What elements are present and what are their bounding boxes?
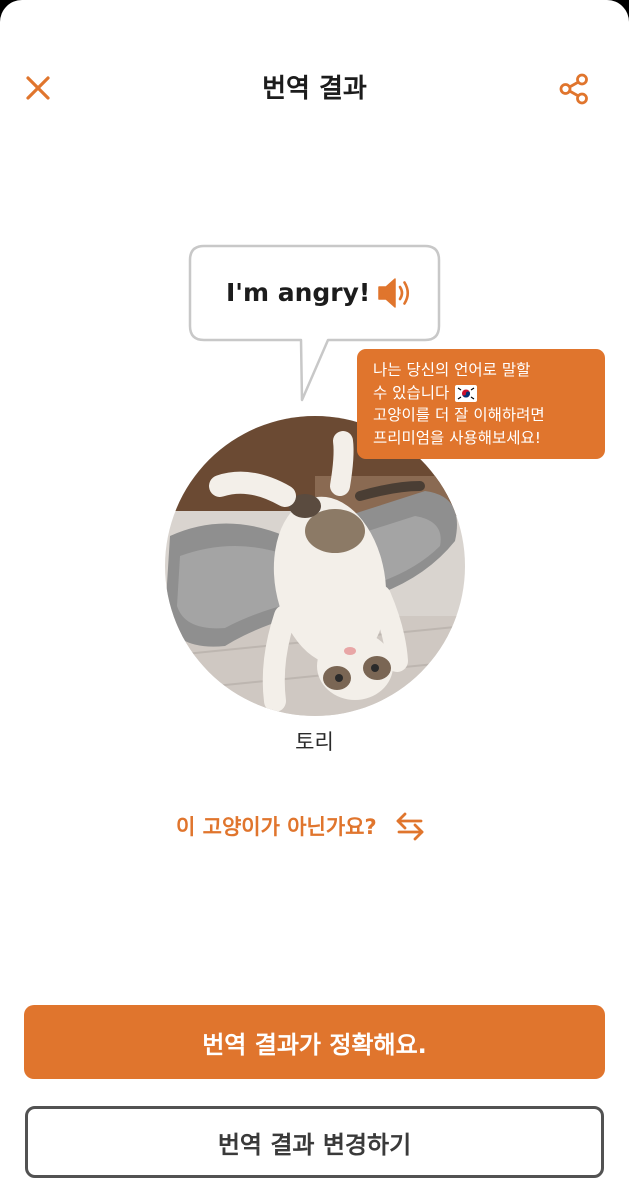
promo-line-2-row: 수 있습니다 — [373, 382, 591, 405]
promo-line-4: 프리미엄을 사용해보세요! — [373, 428, 542, 447]
not-this-cat-label: 이 고양이가 아닌가요? — [176, 815, 377, 839]
share-button[interactable] — [553, 68, 595, 110]
cat-name: 토리 — [295, 730, 334, 754]
speaker-volume-icon[interactable] — [376, 275, 414, 311]
change-translation-button[interactable]: 번역 결과 변경하기 — [25, 1106, 604, 1178]
not-this-cat-link[interactable]: 이 고양이가 아닌가요? — [176, 806, 425, 846]
korea-flag-icon — [455, 384, 478, 402]
promo-line-2: 수 있습니다 — [373, 383, 450, 402]
result-sheet: 번역 결과 I'm angry! 나는 당신의 언어로 말할 수 있습니다 고양… — [0, 0, 629, 1200]
premium-promo-tooltip[interactable]: 나는 당신의 언어로 말할 수 있습니다 고양이를 더 잘 이해하려면 프리미엄… — [357, 349, 605, 459]
promo-line-1: 나는 당신의 언어로 말할 — [373, 361, 531, 379]
swap-arrows-icon — [396, 812, 424, 841]
share-icon — [559, 73, 588, 105]
close-button[interactable] — [18, 68, 58, 108]
confirm-translation-button[interactable]: 번역 결과가 정확해요. — [24, 1005, 605, 1079]
page-title: 번역 결과 — [262, 74, 367, 104]
close-x-icon — [26, 76, 50, 100]
cat-photo — [165, 416, 465, 716]
translation-bubble: I'm angry! — [188, 244, 441, 402]
translation-text: I'm angry! — [226, 278, 371, 307]
promo-line-3: 고양이를 더 잘 이해하려면 — [373, 406, 545, 424]
